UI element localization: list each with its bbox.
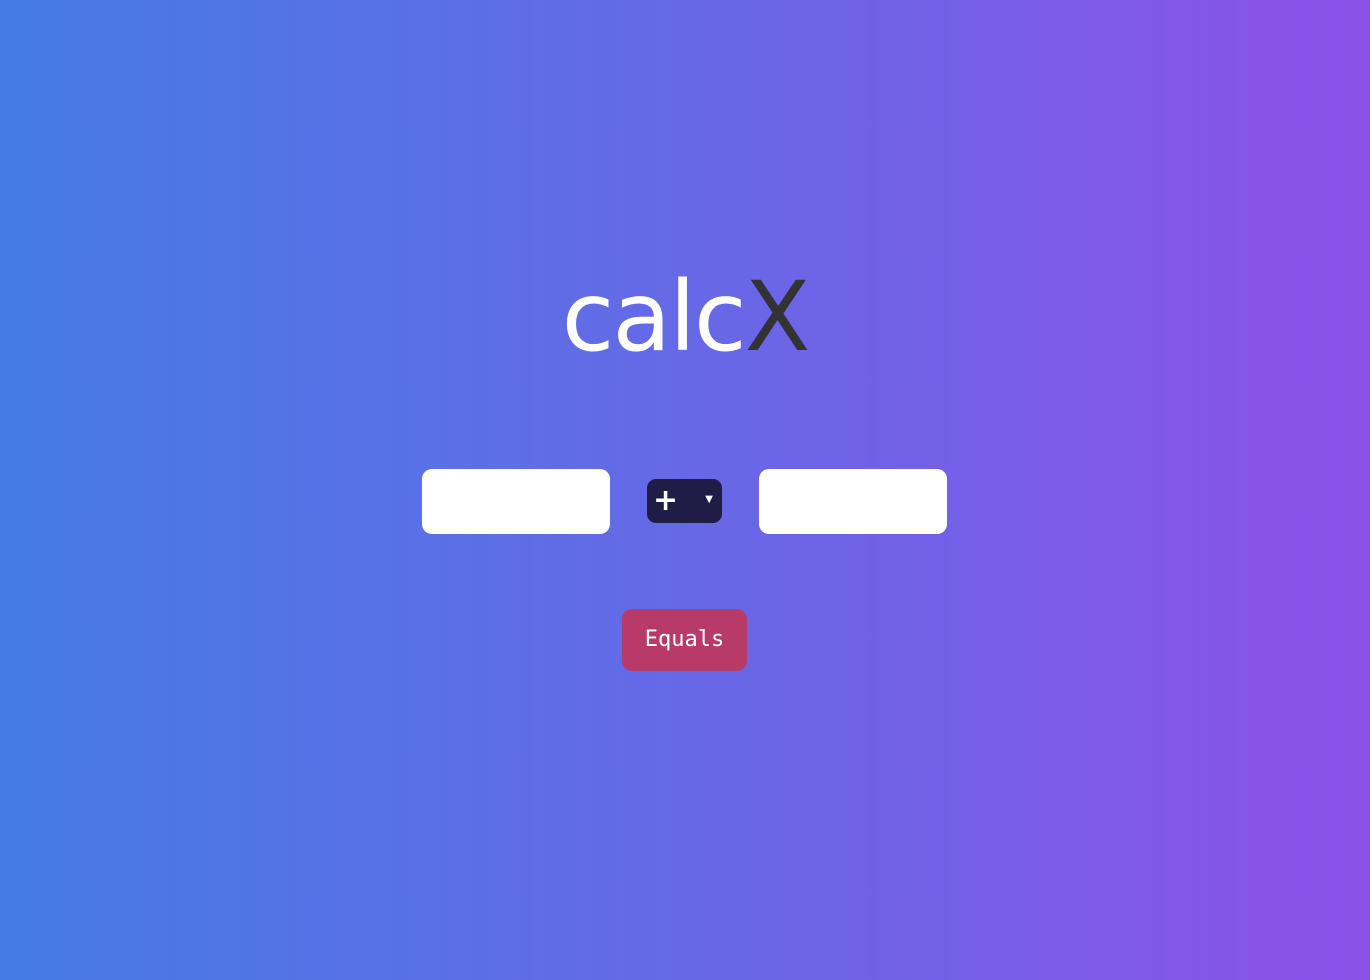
operator-select[interactable]: + ▼ — [647, 479, 722, 523]
operator-selected-value: + — [653, 483, 679, 518]
chevron-down-icon: ▼ — [705, 494, 713, 505]
app-logo: calcX — [0, 262, 1370, 372]
second-number-input[interactable] — [759, 469, 947, 534]
logo-text-x: X — [744, 261, 811, 373]
first-number-input[interactable] — [422, 469, 610, 534]
logo-text-calc: calc — [561, 261, 747, 373]
equals-button[interactable]: Equals — [622, 609, 747, 671]
